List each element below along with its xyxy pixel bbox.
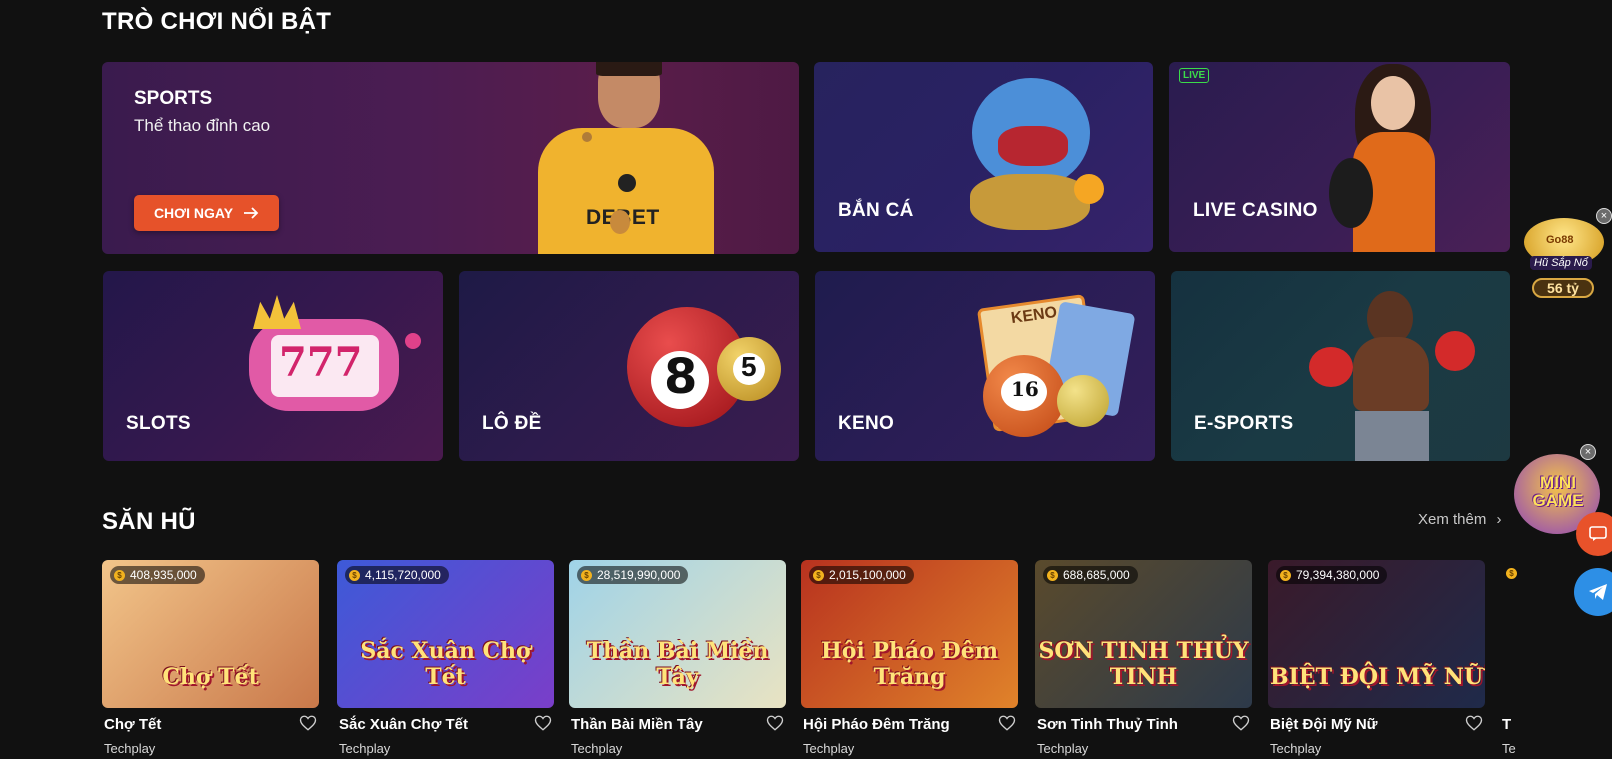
jackpot-amount: 408,935,000 [130, 568, 197, 582]
game-thumbnail[interactable]: $ 4,115,720,000 Sắc Xuân Chợ Tết [337, 560, 554, 708]
game-art-title: Sắc Xuân Chợ Tết [360, 638, 531, 690]
game-thumbnail[interactable]: $ 28,519,990,000 Thần Bài Miền Tây [569, 560, 786, 708]
telegram-button[interactable] [1574, 568, 1612, 616]
game-provider: Techplay [339, 741, 391, 756]
jackpot-badge: $ 4,115,720,000 [345, 566, 449, 584]
jar-amount: 56 tỷ [1532, 278, 1594, 298]
game-thumbnail[interactable]: $ 688,685,000 SƠN TINH THỦY TINH [1035, 560, 1252, 708]
slots-label: SLOTS [126, 413, 191, 434]
favorite-heart-icon[interactable] [1232, 714, 1250, 732]
game-card[interactable]: $ 2,015,100,000 Hội Pháo Đêm Trăng Hội P… [801, 560, 1018, 756]
keno-label: KENO [838, 413, 895, 434]
coin-icon: $ [581, 569, 592, 581]
game-name[interactable]: Sắc Xuân Chợ Tết [339, 716, 468, 733]
jackpot-amount: 79,394,380,000 [1296, 568, 1380, 582]
game-card[interactable]: $ 4,115,720,000 Sắc Xuân Chợ Tết Sắc Xuâ… [337, 560, 554, 756]
game-card[interactable]: $ 28,519,990,000 Thần Bài Miền Tây Thần … [569, 560, 786, 756]
game-thumbnail[interactable]: $ 408,935,000 Chợ Tết [102, 560, 319, 708]
fish-shooting-label: BẮN CÁ [838, 200, 914, 221]
keno-card[interactable]: KENO 16 KENO [815, 271, 1155, 461]
next-game-peek: $ T Te [1502, 568, 1517, 756]
game-provider: Techplay [571, 741, 623, 756]
game-thumbnail[interactable]: $ 2,015,100,000 Hội Pháo Đêm Trăng [801, 560, 1018, 708]
telegram-icon [1589, 584, 1607, 600]
lottery-card[interactable]: 8 5 LÔ ĐỀ [459, 271, 799, 461]
mini-game-close-icon[interactable]: × [1580, 444, 1596, 460]
favorite-heart-icon[interactable] [534, 714, 552, 732]
game-provider: Techplay [1037, 741, 1089, 756]
coin-icon: $ [349, 569, 360, 581]
jackpot-jar-widget[interactable]: Go88 Hũ Sắp Nổ 56 tỷ [1512, 212, 1612, 308]
esports-card[interactable]: E-SPORTS [1171, 271, 1510, 461]
live-badge: LIVE [1179, 68, 1210, 83]
jackpot-badge: $ 28,519,990,000 [577, 566, 689, 584]
game-provider: Techplay [1270, 741, 1322, 756]
featured-section-title: TRÒ CHƠI NỔI BẬT [102, 8, 332, 35]
mini-game-label: MINI GAME [1532, 473, 1584, 510]
coin-icon: $ [1506, 568, 1517, 579]
jar-label: Hũ Sắp Nổ [1530, 256, 1592, 270]
favorite-heart-icon[interactable] [766, 714, 784, 732]
sports-subtitle: Thể thao đỉnh cao [134, 116, 271, 135]
live-casino-label: LIVE CASINO [1193, 200, 1318, 221]
lottery-label: LÔ ĐỀ [482, 413, 542, 434]
jackpot-badge: $ 688,685,000 [1043, 566, 1138, 584]
game-name[interactable]: Hội Pháo Đêm Trăng [803, 716, 950, 733]
game-art-title: Hội Pháo Đêm Trăng [820, 638, 999, 690]
chevron-right-icon: › [1496, 511, 1502, 528]
see-more-label: Xem thêm [1418, 511, 1487, 528]
favorite-heart-icon[interactable] [1465, 714, 1483, 732]
game-art-title: Chợ Tết [162, 664, 259, 690]
sports-card[interactable]: SPORTS Thể thao đỉnh cao CHƠI NGAY DEBET [102, 62, 799, 254]
game-card[interactable]: $ 688,685,000 SƠN TINH THỦY TINH Sơn Tin… [1035, 560, 1252, 756]
coin-icon: $ [1047, 569, 1058, 581]
see-more-link[interactable]: Xem thêm › [1418, 511, 1502, 528]
coin-icon: $ [813, 569, 824, 581]
game-art-title: SƠN TINH THỦY TINH [1038, 638, 1249, 690]
jackpot-badge: $ 2,015,100,000 [809, 566, 914, 584]
jackpot-amount: 28,519,990,000 [597, 568, 681, 582]
arrow-right-icon [244, 207, 259, 219]
game-name[interactable]: Sơn Tinh Thuỷ Tinh [1037, 716, 1178, 733]
jackpot-amount: 4,115,720,000 [365, 568, 441, 582]
game-name[interactable]: Thần Bài Miền Tây [571, 716, 703, 733]
chat-icon [1589, 526, 1607, 541]
chat-button[interactable] [1576, 512, 1612, 556]
game-art-title: Thần Bài Miền Tây [586, 638, 769, 690]
game-name[interactable]: Chợ Tết [104, 716, 161, 733]
jackpot-amount: 688,685,000 [1063, 568, 1130, 582]
game-provider: Techplay [803, 741, 855, 756]
play-now-button[interactable]: CHƠI NGAY [134, 195, 279, 231]
slots-card[interactable]: 777 SLOTS [103, 271, 443, 461]
jackpot-section-title: SĂN HŨ [102, 508, 196, 535]
game-name[interactable]: Biệt Đội Mỹ Nữ [1270, 716, 1378, 733]
game-thumbnail[interactable]: $ 79,394,380,000 BIỆT ĐỘI MỸ NỮ [1268, 560, 1485, 708]
favorite-heart-icon[interactable] [299, 714, 317, 732]
coin-icon: $ [114, 569, 125, 581]
fish-shooting-card[interactable]: BẮN CÁ [814, 62, 1153, 252]
jackpot-badge: $ 408,935,000 [110, 566, 205, 584]
coin-icon: $ [1280, 569, 1291, 581]
game-card[interactable]: $ 408,935,000 Chợ Tết Chợ Tết Techplay [102, 560, 319, 756]
esports-label: E-SPORTS [1194, 413, 1294, 434]
game-art-title: BIỆT ĐỘI MỸ NỮ [1269, 664, 1484, 690]
game-card[interactable]: $ 79,394,380,000 BIỆT ĐỘI MỸ NỮ Biệt Đội… [1268, 560, 1485, 756]
live-casino-card[interactable]: LIVE LIVE CASINO [1169, 62, 1510, 252]
jar-brand: Go88 [1546, 234, 1574, 246]
game-provider: Techplay [104, 741, 156, 756]
jar-close-icon[interactable]: × [1596, 208, 1612, 224]
jackpot-badge: $ 79,394,380,000 [1276, 566, 1388, 584]
jackpot-amount: 2,015,100,000 [829, 568, 906, 582]
sports-title: SPORTS [134, 88, 213, 109]
play-now-label: CHƠI NGAY [153, 205, 234, 221]
favorite-heart-icon[interactable] [998, 714, 1016, 732]
